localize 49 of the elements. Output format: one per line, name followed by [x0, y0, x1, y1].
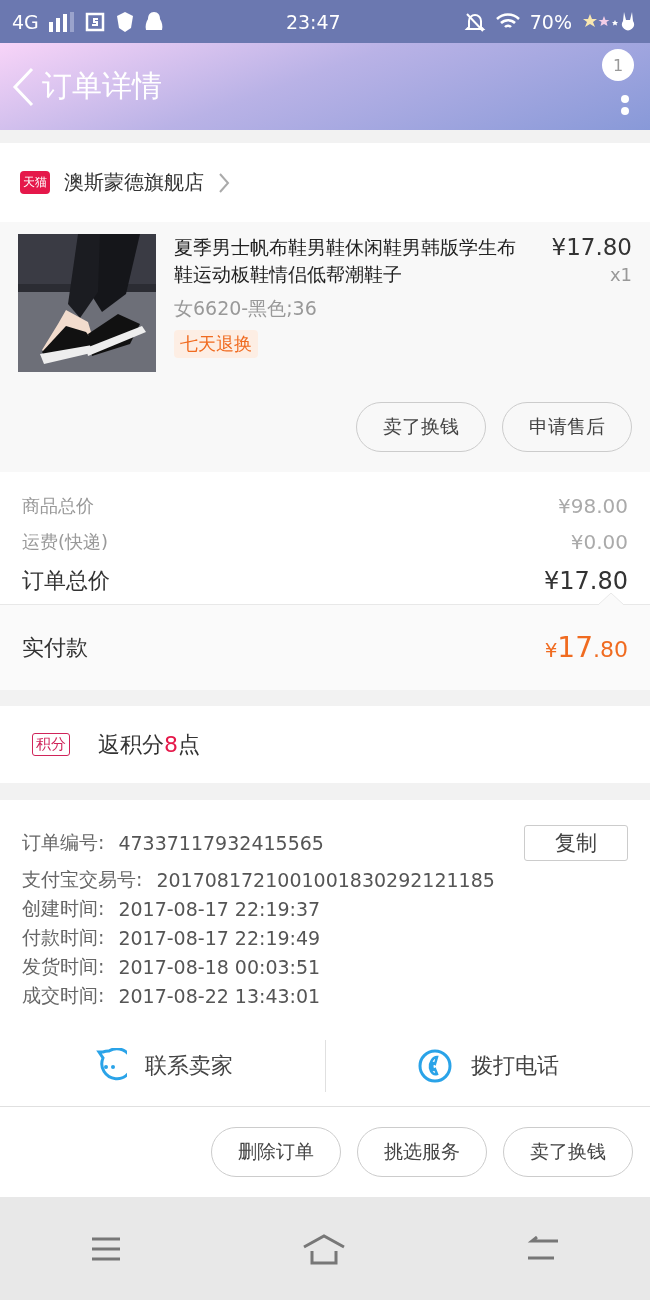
info-value: 2017-08-18 00:03:51 — [118, 955, 321, 978]
price-label: 订单总价 — [22, 567, 110, 595]
paid-label: 实付款 — [22, 633, 88, 662]
price-label: 运费(快递) — [22, 530, 109, 554]
store-tag: 天猫 — [20, 171, 50, 194]
action-button[interactable]: 申请售后 — [502, 402, 632, 452]
price-value: ¥0.00 — [570, 530, 628, 554]
info-value: 2017-08-22 13:43:01 — [118, 984, 321, 1007]
product-price: ¥17.80 — [551, 234, 632, 260]
clock-time: 23:47 — [285, 10, 341, 33]
return-policy-tag: 七天退换 — [174, 330, 258, 358]
info-label: 订单编号: — [22, 830, 105, 855]
battery-percent: 70% — [529, 10, 572, 33]
info-value: 2017-08-17 22:19:49 — [118, 926, 321, 949]
copy-button[interactable]: 复制 — [524, 825, 628, 861]
info-label: 发货时间: — [22, 953, 105, 979]
home-icon[interactable] — [301, 1232, 347, 1265]
back-arrow-icon[interactable] — [526, 1235, 561, 1262]
shield-icon — [114, 10, 135, 33]
store-name[interactable]: 澳斯蒙德旗舰店 — [64, 169, 204, 196]
price-value: ¥17.80 — [544, 567, 628, 595]
info-label: 付款时间: — [22, 924, 105, 950]
page-title: 订单详情 — [42, 67, 162, 105]
info-value: 2017081721001001830292121185 — [156, 868, 495, 891]
contact-button[interactable]: 拨打电话 — [325, 1025, 650, 1106]
info-label: 支付宝交易号: — [22, 866, 143, 892]
menu-icon[interactable] — [89, 1235, 122, 1262]
info-label: 创建时间: — [22, 895, 105, 921]
points-tag: 积分 — [32, 733, 70, 756]
points-reward-text: 返积分8点 — [98, 730, 200, 759]
product-quantity: x1 — [609, 264, 632, 285]
order-action-button[interactable]: 删除订单 — [211, 1127, 341, 1177]
notification-badge: 1 — [602, 49, 634, 81]
info-value: 47337117932415565 — [118, 832, 324, 854]
chevron-right-icon — [218, 171, 230, 194]
price-label: 商品总价 — [22, 494, 94, 518]
product-variant: 女6620-黑色;36 — [174, 296, 318, 321]
info-value: 2017-08-17 22:19:37 — [118, 897, 321, 920]
order-action-button[interactable]: 卖了换钱 — [503, 1127, 633, 1177]
contact-button[interactable]: 联系卖家 — [0, 1025, 325, 1106]
price-value: ¥98.00 — [558, 494, 628, 518]
signal-icon — [48, 11, 75, 32]
product-title[interactable]: 夏季男士帆布鞋男鞋休闲鞋男韩版学生布鞋运动板鞋情侣低帮潮鞋子 — [174, 234, 534, 288]
order-action-button[interactable]: 挑选服务 — [357, 1127, 487, 1177]
action-button[interactable]: 卖了换钱 — [356, 402, 486, 452]
paid-amount: ¥17.80 — [544, 631, 628, 664]
info-label: 成交时间: — [22, 982, 105, 1008]
network-type: 4G — [12, 10, 39, 33]
app-square-icon — [84, 11, 105, 32]
